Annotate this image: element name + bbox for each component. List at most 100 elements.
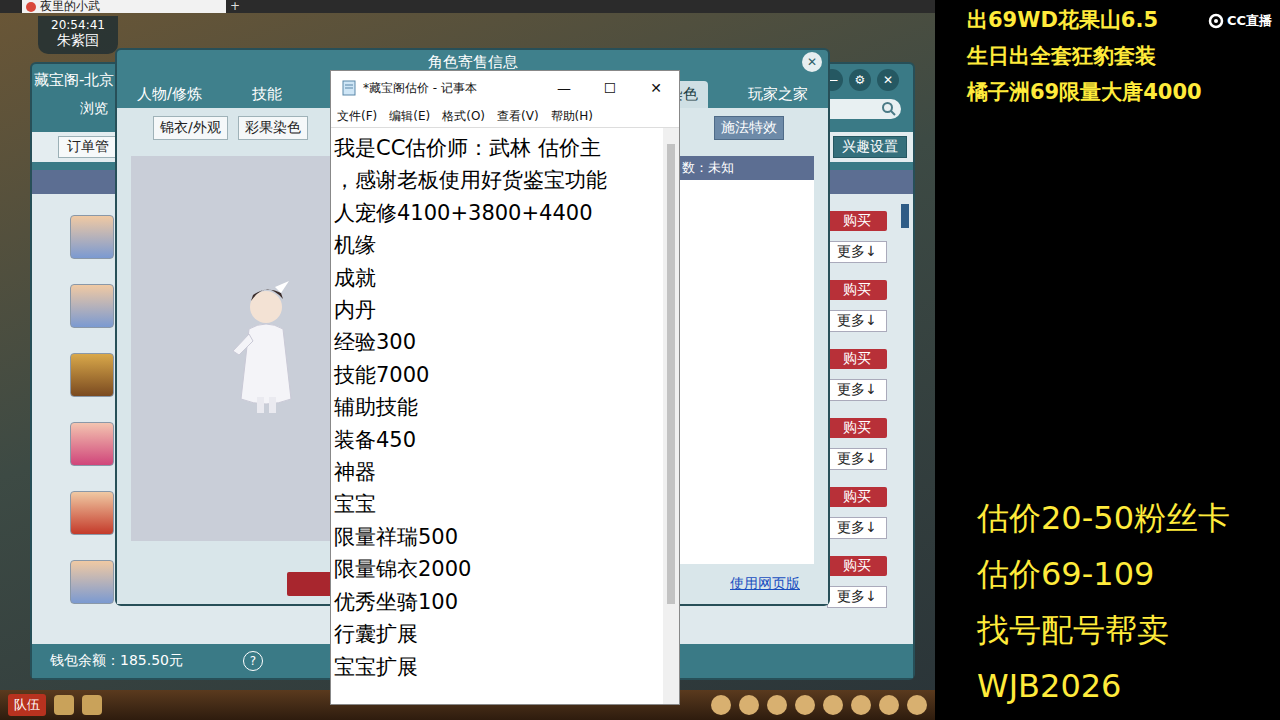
buy-button[interactable]: 购买 bbox=[827, 280, 887, 300]
attribute-panel: 数：未知 bbox=[676, 156, 814, 564]
buy-button[interactable]: 购买 bbox=[827, 211, 887, 231]
notepad-text-area[interactable]: 我是CC估价师：武林 估价主，感谢老板使用好货鉴宝功能人宠修4100+3800+… bbox=[331, 128, 663, 704]
text-line: 人宠修4100+3800+4400 bbox=[334, 197, 663, 229]
more-button[interactable]: 更多↓ bbox=[827, 517, 887, 539]
notepad-icon bbox=[341, 80, 357, 96]
notepad-window: *藏宝阁估价 - 记事本 —☐✕ 文件(F) 编辑(E) 格式(O) 查看(V) 帮助(H)… bbox=[330, 70, 680, 705]
text-line: 内丹 bbox=[334, 294, 663, 326]
menu-item[interactable]: 查看(V) bbox=[497, 108, 539, 125]
menu-item[interactable]: 编辑(E) bbox=[389, 108, 430, 125]
stream-frame: 夜里的小武+20:54:41朱紫国藏宝阁-北京—⚙✕浏览订单管兴趣设置购买更多↓… bbox=[0, 0, 1280, 720]
role-avatar bbox=[70, 491, 114, 535]
text-line: 装备450 bbox=[334, 424, 663, 456]
more-button[interactable]: 更多↓ bbox=[827, 241, 887, 263]
hotbar-slot-icon[interactable] bbox=[823, 695, 843, 715]
attribute-list bbox=[676, 180, 814, 564]
sub-tab[interactable]: 施法特效 bbox=[714, 116, 784, 140]
buy-button[interactable]: 购买 bbox=[827, 487, 887, 507]
menu-item[interactable]: 文件(F) bbox=[337, 108, 377, 125]
character-preview bbox=[131, 156, 331, 541]
game-time: 20:54:41 bbox=[51, 18, 105, 32]
location-name: 朱紫国 bbox=[57, 32, 99, 50]
tab-title: 夜里的小武 bbox=[40, 0, 100, 13]
time-location-hud: 20:54:41朱紫国 bbox=[38, 16, 118, 54]
more-button[interactable]: 更多↓ bbox=[827, 448, 887, 470]
stream-overlay: 出69WD花果山6.5生日出全套狂豹套装橘子洲69限量大唐4000 CC直播估价… bbox=[935, 0, 1280, 720]
hotbar-slot-icon[interactable] bbox=[711, 695, 731, 715]
hotbar-slot-icon[interactable] bbox=[851, 695, 871, 715]
overlay-ad: 生日出全套狂豹套装 bbox=[967, 40, 1202, 72]
market-title: 藏宝阁-北京 bbox=[34, 71, 114, 90]
hotbar-slot-icon[interactable] bbox=[767, 695, 787, 715]
notepad-scrollbar[interactable] bbox=[663, 128, 679, 704]
notepad-menu: 文件(F) 编辑(E) 格式(O) 查看(V) 帮助(H) bbox=[331, 105, 679, 127]
role-avatar bbox=[70, 215, 114, 259]
window-control[interactable]: ✕ bbox=[877, 69, 899, 91]
browse-tab[interactable]: 浏览 bbox=[80, 100, 108, 118]
buy-button[interactable]: 购买 bbox=[827, 349, 887, 369]
list-scrollbar[interactable] bbox=[901, 204, 909, 228]
buy-button[interactable]: 购买 bbox=[827, 556, 887, 576]
text-line: 宝宝 bbox=[334, 488, 663, 520]
hotbar-slot-icon[interactable] bbox=[795, 695, 815, 715]
text-line: 神器 bbox=[334, 456, 663, 488]
text-line: 辅助技能 bbox=[334, 391, 663, 423]
text-line: 优秀坐骑100 bbox=[334, 586, 663, 618]
notepad-title: *藏宝阁估价 - 记事本 bbox=[363, 80, 535, 97]
wallet-balance: 钱包余额：185.50元 bbox=[50, 652, 183, 670]
more-button[interactable]: 更多↓ bbox=[827, 310, 887, 332]
order-button[interactable]: 订单管 bbox=[58, 136, 118, 158]
text-line: 宝宝扩展 bbox=[334, 651, 663, 683]
text-line: 限量祥瑞500 bbox=[334, 521, 663, 553]
detail-title: 角色寄售信息 bbox=[428, 53, 518, 72]
game-area: 夜里的小武+20:54:41朱紫国藏宝阁-北京—⚙✕浏览订单管兴趣设置购买更多↓… bbox=[0, 0, 935, 720]
web-version-link[interactable]: 使用网页版 bbox=[730, 575, 800, 593]
text-line: 限量锦衣2000 bbox=[334, 553, 663, 585]
cc-logo-icon bbox=[1208, 13, 1224, 29]
hotbar-slot-icon[interactable] bbox=[907, 695, 927, 715]
text-line: 经验300 bbox=[334, 326, 663, 358]
cc-logo: CC直播 bbox=[1208, 12, 1272, 30]
text-line: 行囊扩展 bbox=[334, 618, 663, 650]
window-control[interactable]: ✕ bbox=[633, 80, 679, 96]
role-avatar bbox=[70, 560, 114, 604]
menu-item[interactable]: 帮助(H) bbox=[551, 108, 593, 125]
mic-icon[interactable] bbox=[54, 695, 74, 715]
role-avatar bbox=[70, 284, 114, 328]
window-control[interactable]: — bbox=[541, 80, 587, 96]
game-icon bbox=[26, 2, 36, 12]
more-button[interactable]: 更多↓ bbox=[827, 586, 887, 608]
browser-tab[interactable]: 夜里的小武 bbox=[22, 0, 226, 13]
buy-button[interactable]: 购买 bbox=[827, 418, 887, 438]
more-button[interactable]: 更多↓ bbox=[827, 379, 887, 401]
interest-button[interactable]: 兴趣设置 bbox=[833, 136, 907, 158]
window-control[interactable]: ⚙ bbox=[849, 69, 871, 91]
close-button[interactable]: ✕ bbox=[802, 52, 822, 72]
scroll-thumb[interactable] bbox=[667, 144, 675, 604]
sub-tab[interactable]: 彩果染色 bbox=[238, 116, 308, 140]
sub-tab[interactable]: 锦衣/外观 bbox=[153, 116, 228, 140]
promo-line: 估价20-50粉丝卡 bbox=[977, 498, 1272, 538]
character-figure-icon bbox=[231, 279, 301, 419]
text-line: 我是CC估价师：武林 估价主 bbox=[334, 132, 663, 164]
notepad-title-bar: *藏宝阁估价 - 记事本 —☐✕ bbox=[331, 71, 679, 105]
attribute-header: 数：未知 bbox=[676, 156, 814, 180]
detail-tab[interactable]: 玩家之家 bbox=[738, 81, 818, 108]
window-control[interactable]: ☐ bbox=[587, 80, 633, 96]
promo-line: 找号配号帮卖 bbox=[977, 610, 1272, 650]
promo-line: WJB2026 bbox=[977, 666, 1272, 706]
text-line: 机缘 bbox=[334, 229, 663, 261]
menu-item[interactable]: 格式(O) bbox=[442, 108, 485, 125]
chat-icon[interactable] bbox=[82, 695, 102, 715]
hotbar-slot-icon[interactable] bbox=[879, 695, 899, 715]
help-button[interactable]: ? bbox=[243, 651, 263, 671]
overlay-ad: 橘子洲69限量大唐4000 bbox=[967, 76, 1202, 108]
hotbar-slot-icon[interactable] bbox=[739, 695, 759, 715]
detail-tab[interactable]: 技能 bbox=[242, 81, 292, 108]
team-button[interactable]: 队伍 bbox=[8, 694, 46, 716]
detail-tab[interactable]: 人物/修炼 bbox=[127, 81, 212, 108]
text-line: ，感谢老板使用好货鉴宝功能 bbox=[334, 164, 663, 196]
new-tab-button[interactable]: + bbox=[230, 0, 240, 13]
text-line: 技能7000 bbox=[334, 359, 663, 391]
role-avatar bbox=[70, 353, 114, 397]
